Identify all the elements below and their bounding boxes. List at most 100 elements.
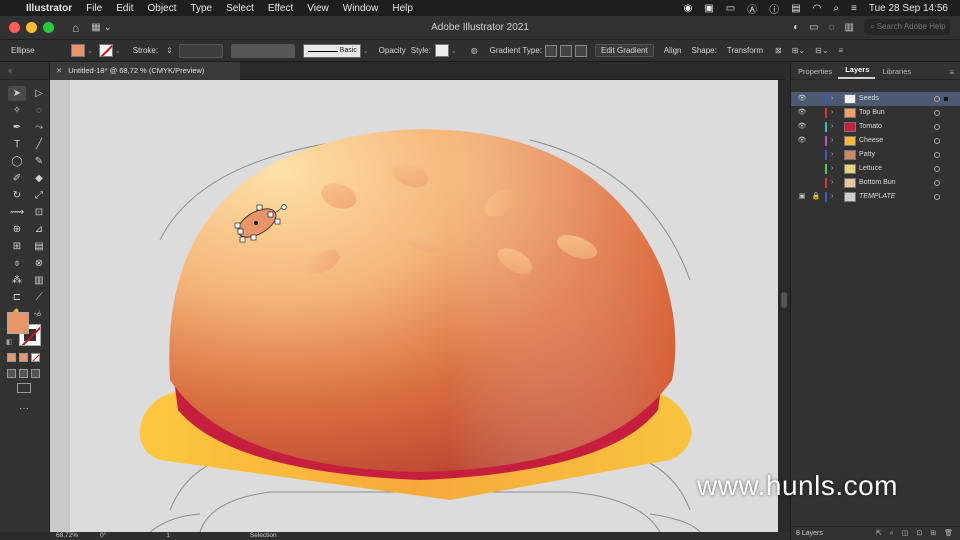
edit-gradient-button[interactable]: Edit Gradient bbox=[595, 44, 654, 57]
canvas-vertical-scrollbar[interactable] bbox=[778, 80, 790, 532]
scrollbar-thumb[interactable] bbox=[781, 292, 787, 308]
draw-normal-icon[interactable] bbox=[7, 369, 16, 378]
shape-builder-tool-icon[interactable]: ⊕ bbox=[8, 222, 26, 237]
locate-object-icon[interactable]: ⌕ bbox=[890, 527, 894, 540]
rotate-tool-icon[interactable]: ↻ bbox=[8, 188, 26, 203]
target-icon[interactable] bbox=[934, 180, 940, 186]
lightbulb-icon[interactable]: ◌ bbox=[829, 22, 835, 33]
tools-collapse-icon[interactable]: « bbox=[0, 62, 49, 80]
layer-row-tomato[interactable]: 👁 › Tomato bbox=[791, 120, 960, 134]
workspace-switcher-icon[interactable]: ▦ ⌄ bbox=[91, 22, 112, 33]
new-layer-icon[interactable]: ⊞ bbox=[930, 527, 936, 540]
draw-inside-icon[interactable] bbox=[31, 369, 40, 378]
visibility-eye-icon[interactable]: 👁 bbox=[797, 92, 807, 106]
recolor-artwork-icon[interactable]: ◍ bbox=[471, 46, 478, 55]
scale-tool-icon[interactable]: ⤢ bbox=[30, 188, 48, 203]
target-icon[interactable] bbox=[934, 166, 940, 172]
layer-row-bottom-bun[interactable]: › Bottom Bun bbox=[791, 176, 960, 190]
draw-behind-icon[interactable] bbox=[19, 369, 28, 378]
layer-name[interactable]: Patty bbox=[859, 148, 875, 162]
menu-app-name[interactable]: Illustrator bbox=[26, 3, 72, 14]
zoom-level[interactable]: 68,72% bbox=[56, 532, 78, 540]
target-icon[interactable] bbox=[934, 124, 940, 130]
visibility-eye-icon[interactable]: 👁 bbox=[797, 106, 807, 120]
expand-chevron-icon[interactable]: › bbox=[831, 162, 833, 176]
help-search-input[interactable]: ⌕ Search Adobe Help bbox=[864, 19, 950, 35]
wifi-icon[interactable]: ◠ bbox=[813, 3, 822, 14]
ellipse-tool-icon[interactable]: ◯ bbox=[8, 154, 26, 169]
tab-libraries[interactable]: Libraries bbox=[875, 67, 917, 79]
arrange-options-icon[interactable]: ⊟⌄ bbox=[815, 46, 828, 55]
symbol-sprayer-tool-icon[interactable]: ⁂ bbox=[8, 273, 26, 288]
linear-gradient-icon[interactable] bbox=[545, 44, 557, 57]
expand-chevron-icon[interactable]: › bbox=[831, 120, 833, 134]
chevron-down-icon[interactable]: ⌄ bbox=[115, 47, 121, 55]
lock-icon[interactable]: 🔒 bbox=[811, 190, 821, 204]
expand-chevron-icon[interactable]: › bbox=[831, 148, 833, 162]
display-icon[interactable]: ▭ bbox=[726, 3, 735, 14]
stroke-weight-input[interactable] bbox=[178, 43, 223, 58]
expand-chevron-icon[interactable]: › bbox=[831, 106, 833, 120]
fill-swatch[interactable] bbox=[71, 44, 85, 57]
curvature-tool-icon[interactable]: ⤳ bbox=[30, 120, 48, 135]
layer-row-seeds[interactable]: 👁 › Seeds bbox=[791, 92, 960, 106]
visibility-eye-icon[interactable]: 👁 bbox=[797, 120, 807, 134]
gradient-mode-icon[interactable] bbox=[19, 353, 28, 362]
artwork[interactable] bbox=[50, 80, 778, 532]
layer-name[interactable]: Bottom Bun bbox=[859, 176, 896, 190]
color-mode-icon[interactable] bbox=[7, 353, 16, 362]
artboard-tool-icon[interactable]: ⊏ bbox=[8, 290, 26, 305]
share-icon[interactable]: ◐ bbox=[793, 22, 799, 33]
rotation-value[interactable]: 0° bbox=[100, 532, 106, 540]
target-icon[interactable] bbox=[934, 138, 940, 144]
menu-select[interactable]: Select bbox=[226, 3, 254, 14]
export-icon[interactable]: ⇱ bbox=[876, 527, 882, 540]
pen-tool-icon[interactable]: ✒ bbox=[8, 120, 26, 135]
chevron-down-icon[interactable]: ⌄ bbox=[87, 47, 93, 55]
layer-name[interactable]: Lettuce bbox=[859, 162, 882, 176]
shaper-tool-icon[interactable]: ✐ bbox=[8, 171, 26, 186]
menu-help[interactable]: Help bbox=[392, 3, 413, 14]
eyedropper-tool-icon[interactable]: ⌽ bbox=[8, 256, 26, 271]
canvas[interactable] bbox=[50, 80, 778, 532]
minimize-window-icon[interactable] bbox=[26, 22, 37, 33]
screen-record-icon[interactable]: ▣ bbox=[704, 3, 713, 14]
target-icon[interactable] bbox=[934, 152, 940, 158]
column-graph-tool-icon[interactable]: ▥ bbox=[30, 273, 48, 288]
fill-color-box[interactable] bbox=[7, 312, 29, 334]
target-icon[interactable] bbox=[934, 194, 940, 200]
freeform-gradient-icon[interactable] bbox=[575, 44, 587, 57]
direct-selection-tool-icon[interactable]: ▷ bbox=[30, 86, 48, 101]
template-visibility-icon[interactable]: ▣ bbox=[797, 190, 807, 204]
clipboard-icon[interactable]: ▤ bbox=[791, 3, 800, 14]
align-options-icon[interactable]: ⊞⌄ bbox=[792, 46, 805, 55]
variable-width-field[interactable] bbox=[230, 43, 295, 58]
menu-edit[interactable]: Edit bbox=[116, 3, 133, 14]
tab-layers[interactable]: Layers bbox=[838, 65, 876, 79]
chevron-down-icon[interactable]: ⌄ bbox=[363, 47, 369, 55]
transform-link[interactable]: Transform bbox=[727, 46, 763, 55]
chevron-down-icon[interactable]: ⌄ bbox=[451, 47, 457, 55]
visibility-eye-icon[interactable]: 👁 bbox=[797, 134, 807, 148]
selection-tool-icon[interactable]: ➤ bbox=[8, 86, 26, 101]
stroke-stepper-icon[interactable]: ⇕ bbox=[166, 46, 173, 55]
menu-view[interactable]: View bbox=[307, 3, 329, 14]
layer-name[interactable]: TEMPLATE bbox=[859, 190, 895, 204]
layer-name[interactable]: Top Bun bbox=[859, 106, 885, 120]
target-icon[interactable] bbox=[934, 110, 940, 116]
screen-mode-icon[interactable] bbox=[17, 383, 31, 393]
menu-file[interactable]: File bbox=[86, 3, 102, 14]
brush-definition-dropdown[interactable]: Basic bbox=[302, 43, 361, 58]
menu-type[interactable]: Type bbox=[190, 3, 212, 14]
menu-window[interactable]: Window bbox=[343, 3, 379, 14]
lasso-tool-icon[interactable]: ◌ bbox=[30, 103, 48, 118]
expand-chevron-icon[interactable]: › bbox=[831, 134, 833, 148]
layer-row-lettuce[interactable]: › Lettuce bbox=[791, 162, 960, 176]
home-icon[interactable]: ⌂ bbox=[72, 21, 79, 35]
new-sublayer-icon[interactable]: ⊡ bbox=[916, 527, 922, 540]
adobe-icon[interactable]: Ⓐ bbox=[747, 1, 757, 16]
gradient-tool-icon[interactable]: ▤ bbox=[30, 239, 48, 254]
arrange-icon[interactable]: ▭ bbox=[809, 22, 818, 33]
style-swatch[interactable] bbox=[434, 44, 449, 57]
expand-chevron-icon[interactable]: › bbox=[831, 190, 833, 204]
